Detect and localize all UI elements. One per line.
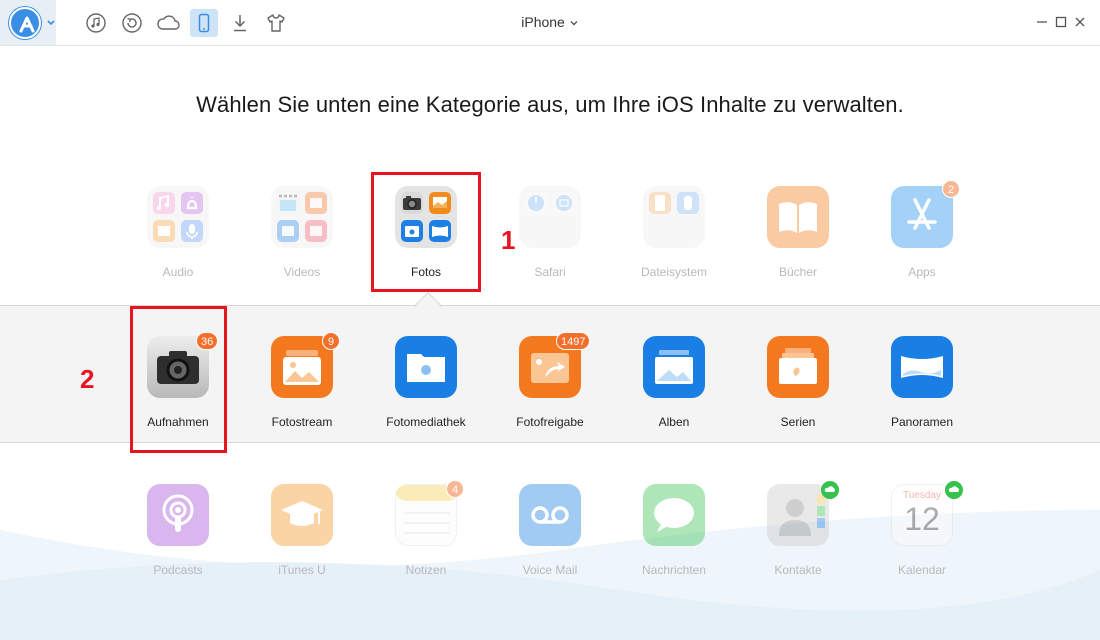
category-label: Kontakte xyxy=(774,563,822,577)
step-number-2: 2 xyxy=(80,364,95,394)
music-icon xyxy=(86,13,106,33)
voicemail-icon xyxy=(519,484,581,546)
category-label: Podcasts xyxy=(153,563,203,577)
category-label: Nachrichten xyxy=(641,563,707,577)
safari-icon xyxy=(519,186,581,248)
highlight-box-fotos xyxy=(371,172,481,292)
minimize-icon xyxy=(1037,21,1047,23)
cloud-button[interactable] xyxy=(154,9,182,37)
category-label: Notizen xyxy=(405,563,447,577)
app-logo-button[interactable] xyxy=(0,0,56,45)
category-label: iTunes U xyxy=(278,563,326,577)
page-headline: Wählen Sie unten eine Kategorie aus, um … xyxy=(196,92,904,117)
count-badge: 1497 xyxy=(556,332,591,350)
calendar-day: Tuesday xyxy=(903,490,941,501)
videos-icon xyxy=(271,186,333,248)
step-number-1: 1 xyxy=(501,225,516,255)
phone-icon xyxy=(198,13,210,33)
icloud-sync-icon xyxy=(945,481,963,499)
top-toolbar: iPhone xyxy=(0,0,1100,46)
subcategory-label: Panoramen xyxy=(890,415,954,429)
icloud-sync-icon xyxy=(821,481,839,499)
tshirt-icon xyxy=(267,14,285,32)
maximize-icon xyxy=(1055,16,1067,28)
photo-library-icon xyxy=(395,336,457,398)
file-system-icon xyxy=(643,186,705,248)
panorama-icon xyxy=(891,336,953,398)
audio-icon xyxy=(147,186,209,248)
download-icon xyxy=(234,15,246,32)
subcategory-label: Serien xyxy=(780,415,816,429)
cloud-icon xyxy=(157,15,180,30)
subcategory-label: Fotomediathek xyxy=(386,415,466,429)
category-label: Voice Mail xyxy=(522,563,578,577)
bursts-icon xyxy=(767,336,829,398)
chevron-down-icon[interactable] xyxy=(569,18,579,28)
anytrans-logo-icon xyxy=(9,7,41,39)
count-badge: 9 xyxy=(322,332,340,350)
category-label: Safari xyxy=(534,265,566,279)
device-name[interactable]: iPhone xyxy=(521,14,565,30)
count-badge: 4 xyxy=(446,480,464,498)
calendar-date: 12 xyxy=(904,501,940,537)
category-label: Audio xyxy=(162,265,194,279)
close-icon xyxy=(1075,17,1085,27)
download-button[interactable] xyxy=(226,9,254,37)
category-label: Dateisystem xyxy=(640,265,708,279)
category-label: Apps xyxy=(908,265,936,279)
music-button[interactable] xyxy=(82,9,110,37)
minimize-button[interactable] xyxy=(1034,14,1050,30)
highlight-box-aufnahmen xyxy=(130,306,227,453)
subcategory-label: Fotostream xyxy=(271,415,333,429)
device-manager-button[interactable] xyxy=(190,9,218,37)
restore-button[interactable] xyxy=(118,9,146,37)
messages-icon xyxy=(643,484,705,546)
restore-icon xyxy=(122,13,142,33)
count-badge: 2 xyxy=(942,180,960,198)
category-label: Videos xyxy=(283,265,321,279)
chevron-down-icon[interactable] xyxy=(46,18,56,28)
subcategory-label: Fotofreigabe xyxy=(516,415,584,429)
maximize-button[interactable] xyxy=(1053,14,1069,30)
category-label: Kalendar xyxy=(897,563,947,577)
close-button[interactable] xyxy=(1072,14,1088,30)
books-icon xyxy=(767,186,829,248)
albums-icon xyxy=(643,336,705,398)
ringtone-maker-button[interactable] xyxy=(262,9,290,37)
subcategory-label: Alben xyxy=(658,415,690,429)
podcasts-icon xyxy=(147,484,209,546)
category-label: Bücher xyxy=(778,265,818,279)
app-window: iPhone Wählen Sie unten eine Kategorie a… xyxy=(0,0,1100,640)
graduation-cap-icon xyxy=(271,484,333,546)
